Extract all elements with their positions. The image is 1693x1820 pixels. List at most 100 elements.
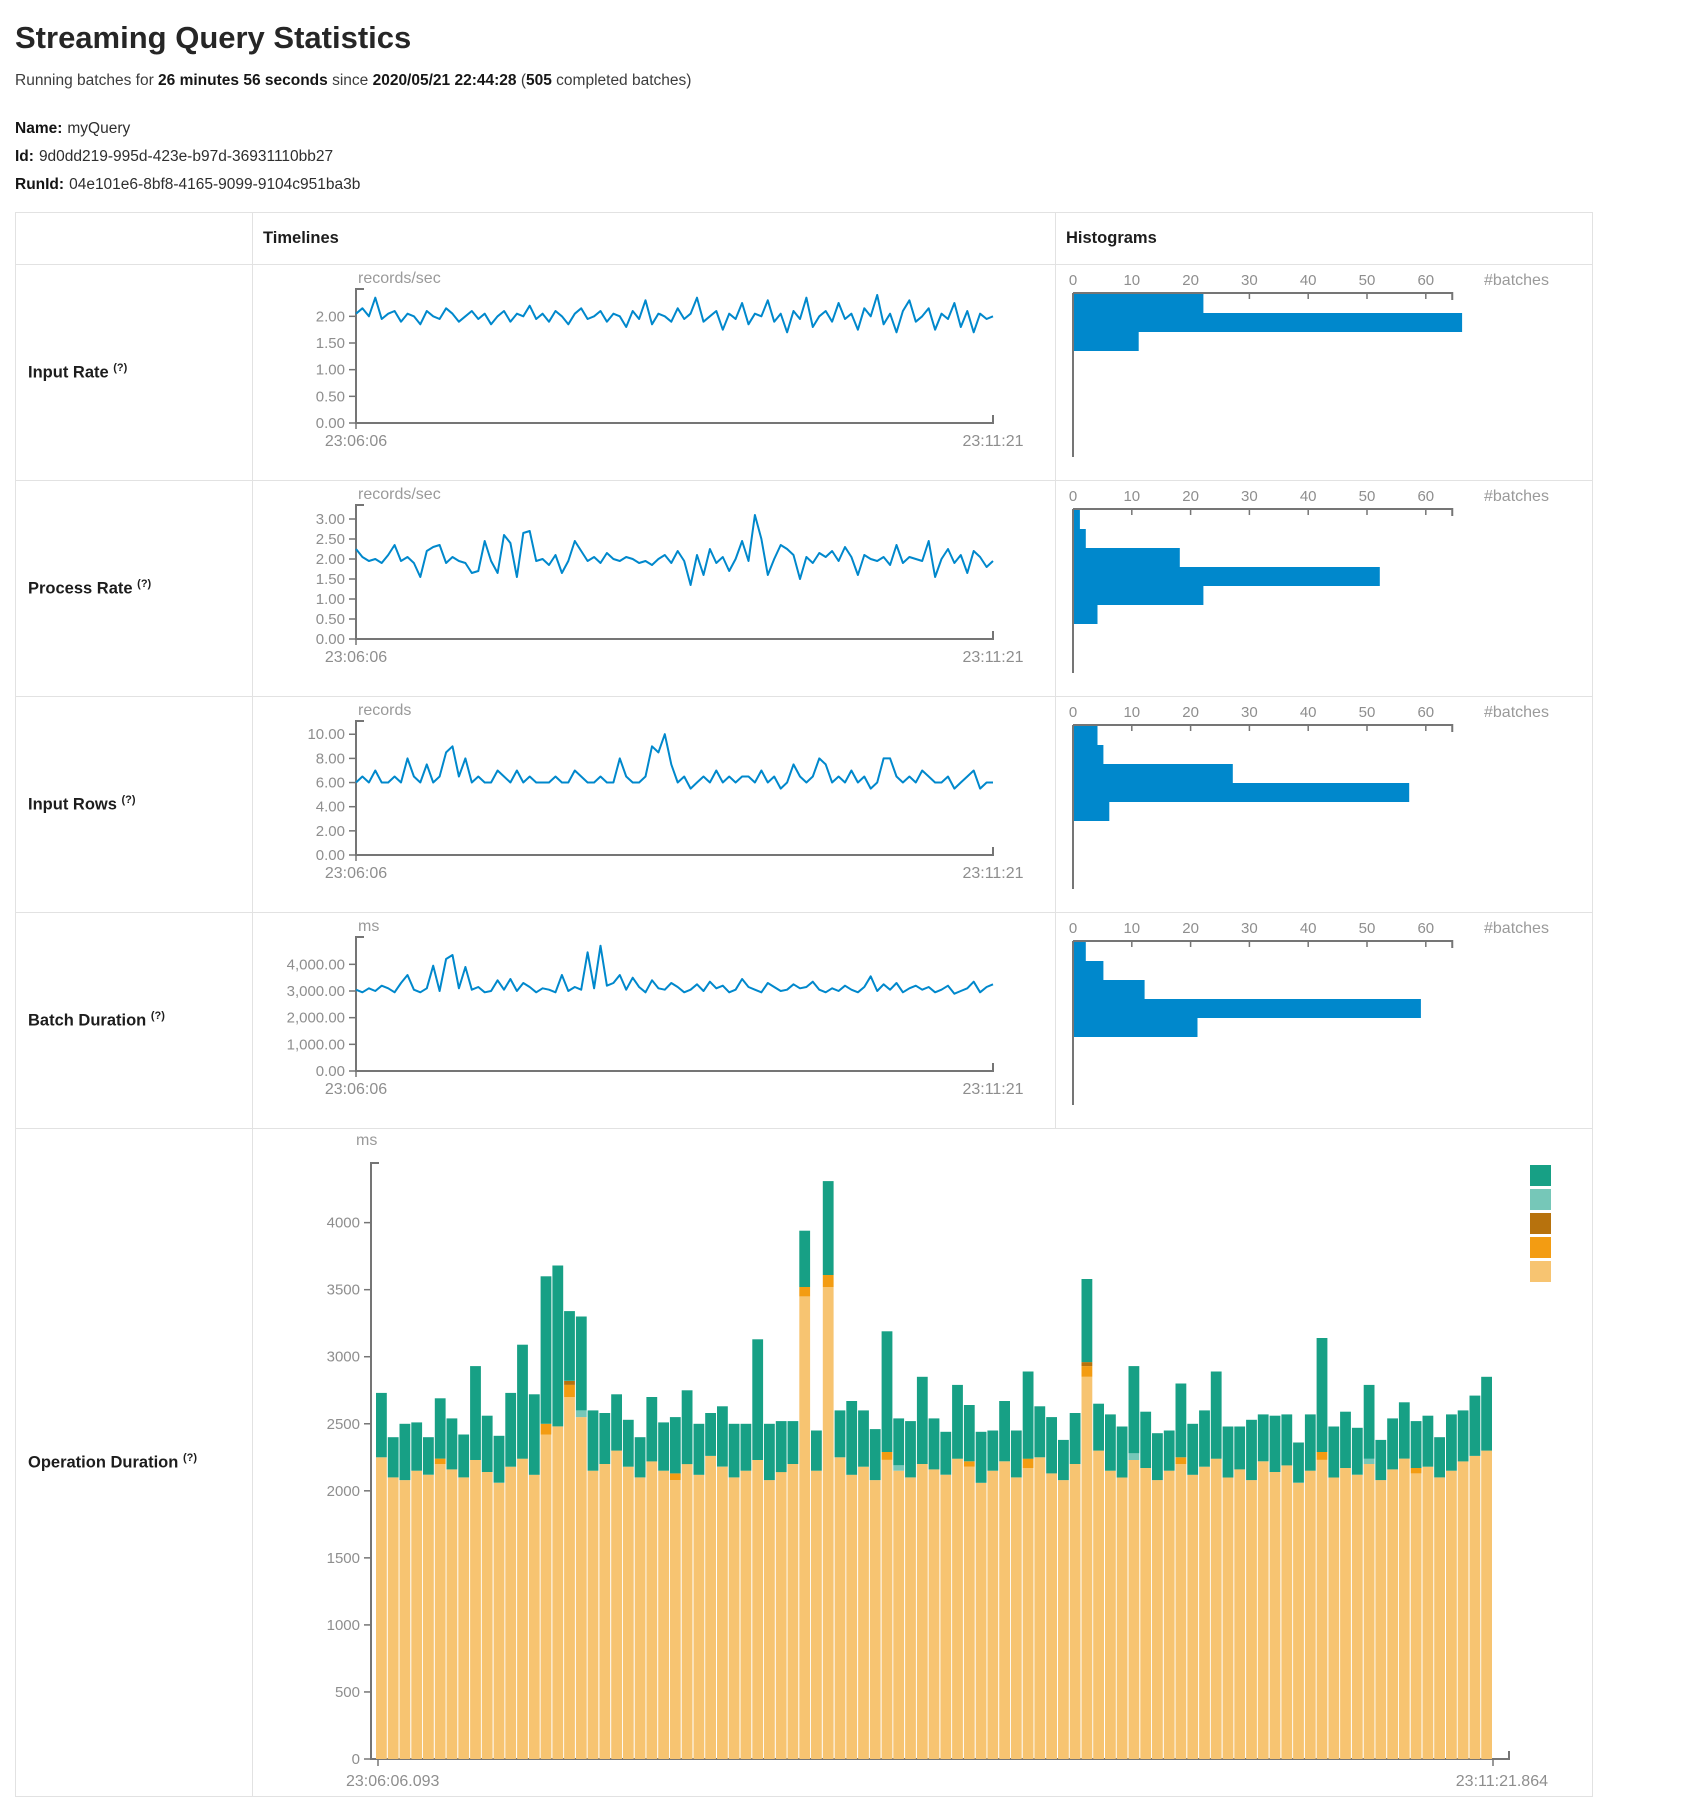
- stacked-bar-segment: [1281, 1414, 1292, 1465]
- stacked-bar-segment: [835, 1457, 846, 1759]
- y-axis-tick-label: 2,000.00: [287, 1010, 345, 1027]
- stacked-bar-segment: [400, 1424, 411, 1480]
- y-axis-tick-label: 3500: [327, 1282, 360, 1299]
- y-axis-tick-label: 0.00: [316, 1063, 345, 1080]
- stacked-bar-segment: [1246, 1420, 1257, 1480]
- stacked-bar-segment: [952, 1459, 963, 1759]
- stacked-bar-segment: [517, 1459, 528, 1759]
- y-axis-tick-label: 1.50: [316, 335, 345, 352]
- stacked-bar-segment: [1305, 1471, 1316, 1759]
- stacked-bar-segment: [1199, 1410, 1210, 1466]
- process-rate-timeline-chart: records/sec3.002.502.001.501.000.500.002…: [253, 481, 1053, 694]
- stacked-bar-segment: [717, 1467, 728, 1759]
- stacked-bar-segment: [1187, 1475, 1198, 1759]
- x-axis-tick-label: 40: [1300, 272, 1317, 289]
- stacked-bar-segment: [1105, 1414, 1116, 1470]
- stacked-bar-segment: [976, 1432, 987, 1483]
- help-tooltip-icon[interactable]: (?): [122, 794, 136, 806]
- histogram-top-axis: [1073, 725, 1452, 732]
- row-label-process-rate: Process Rate (?): [16, 481, 253, 697]
- x-axis-tick-label: 50: [1359, 488, 1376, 505]
- running-batches-summary: Running batches for 26 minutes 56 second…: [15, 72, 1678, 90]
- y-axis-tick-label: 4,000.00: [287, 956, 345, 973]
- y-axis-unit-label: records/sec: [358, 270, 441, 287]
- stacked-bar-segment: [1082, 1362, 1093, 1366]
- stacked-bar-segment: [458, 1435, 469, 1478]
- histogram-bar: [1074, 567, 1380, 586]
- y-axis-tick-label: 4.00: [316, 799, 345, 816]
- streaming-query-statistics-page: Streaming Query Statistics Running batch…: [0, 0, 1693, 1820]
- column-header-timelines: Timelines: [253, 213, 1056, 265]
- stacked-bar-segment: [929, 1469, 940, 1759]
- table-row-process-rate: Process Rate (?) records/sec3.002.502.00…: [16, 481, 1593, 697]
- legend-swatch: [1530, 1237, 1551, 1258]
- legend-swatch: [1530, 1261, 1551, 1282]
- query-runid-line: RunId:04e101e6-8bf8-4165-9099-9104c951ba…: [15, 176, 1678, 194]
- metric-label: Process Rate: [28, 580, 133, 598]
- help-tooltip-icon[interactable]: (?): [183, 1452, 197, 1464]
- stacked-bar-segment: [1258, 1414, 1269, 1461]
- stacked-bar-segment: [1458, 1461, 1469, 1759]
- runid-label: RunId:: [15, 176, 64, 193]
- page-title: Streaming Query Statistics: [15, 20, 1678, 56]
- histogram-bar: [1074, 510, 1080, 529]
- help-tooltip-icon[interactable]: (?): [113, 362, 127, 374]
- stacked-bar-segment: [776, 1472, 787, 1759]
- stacked-bar-segment: [423, 1475, 434, 1759]
- x-axis-tick-label: 40: [1300, 488, 1317, 505]
- help-tooltip-icon[interactable]: (?): [151, 1010, 165, 1022]
- x-axis-tick-label: 20: [1182, 920, 1199, 937]
- input-rate-timeline-cell: records/sec2.001.501.000.500.0023:06:062…: [253, 265, 1056, 481]
- chart-axes: [356, 721, 993, 855]
- query-id-line: Id:9d0dd219-995d-423e-b97d-36931110bb27: [15, 148, 1678, 166]
- y-axis-tick-label: 1,000.00: [287, 1036, 345, 1053]
- x-axis-tick-label: 50: [1359, 272, 1376, 289]
- stacked-bar-segment: [823, 1287, 834, 1759]
- stacked-bar-segment: [964, 1461, 975, 1466]
- stacked-bar-segment: [1093, 1404, 1104, 1451]
- y-axis-tick-label: 2.00: [316, 823, 345, 840]
- histogram-top-axis: [1073, 941, 1452, 948]
- metric-label: Operation Duration: [28, 1454, 178, 1472]
- help-tooltip-icon[interactable]: (?): [137, 578, 151, 590]
- stacked-bar-segment: [1423, 1416, 1434, 1467]
- stacked-bar-segment: [1082, 1377, 1093, 1759]
- stacked-bar-segment: [529, 1475, 540, 1759]
- stacked-bar-segment: [1258, 1461, 1269, 1759]
- stacked-bar-segment: [999, 1401, 1010, 1461]
- stacked-bar-segment: [764, 1480, 775, 1759]
- stacked-bar-segment: [1387, 1418, 1398, 1469]
- stacked-bar-segment: [1270, 1416, 1281, 1472]
- query-name-line: Name:myQuery: [15, 120, 1678, 138]
- x-axis-tick-label: 40: [1300, 704, 1317, 721]
- stacked-bar-segment: [940, 1432, 951, 1475]
- stacked-bar-segment: [670, 1417, 681, 1473]
- stacked-bar-segment: [552, 1266, 563, 1427]
- stacked-bar-segment: [1199, 1467, 1210, 1759]
- stacked-bar-segment: [1387, 1469, 1398, 1759]
- timeline-series-line: [356, 515, 993, 585]
- stacked-bar-segment: [694, 1475, 705, 1759]
- stacked-bar-segment: [635, 1477, 646, 1759]
- stacked-bar-segment: [646, 1397, 657, 1461]
- stacked-bar-segment: [564, 1311, 575, 1381]
- x-axis-tick-label: 60: [1417, 272, 1434, 289]
- stacked-bar-segment: [646, 1461, 657, 1759]
- stacked-bar-segment: [987, 1431, 998, 1471]
- stacked-bar-segment: [882, 1460, 893, 1759]
- stacked-bar-segment: [1470, 1396, 1481, 1456]
- y-axis-unit-label: ms: [358, 918, 379, 935]
- timeline-series-line: [356, 295, 993, 332]
- stacked-bar-segment: [964, 1467, 975, 1759]
- y-axis-tick-label: 2.50: [316, 531, 345, 548]
- empty-header-cell: [16, 213, 253, 265]
- histogram-bar: [1074, 605, 1098, 624]
- x-axis-start-time-label: 23:06:06: [325, 649, 387, 666]
- stacked-bar-segment: [552, 1427, 563, 1760]
- stacked-bar-segment: [1246, 1480, 1257, 1759]
- stacked-bar-segment: [576, 1317, 587, 1411]
- stacked-bar-segment: [447, 1469, 458, 1759]
- stacked-bar-segment: [917, 1464, 928, 1759]
- stacked-bar-segment: [470, 1460, 481, 1759]
- stacked-bar-segment: [846, 1401, 857, 1475]
